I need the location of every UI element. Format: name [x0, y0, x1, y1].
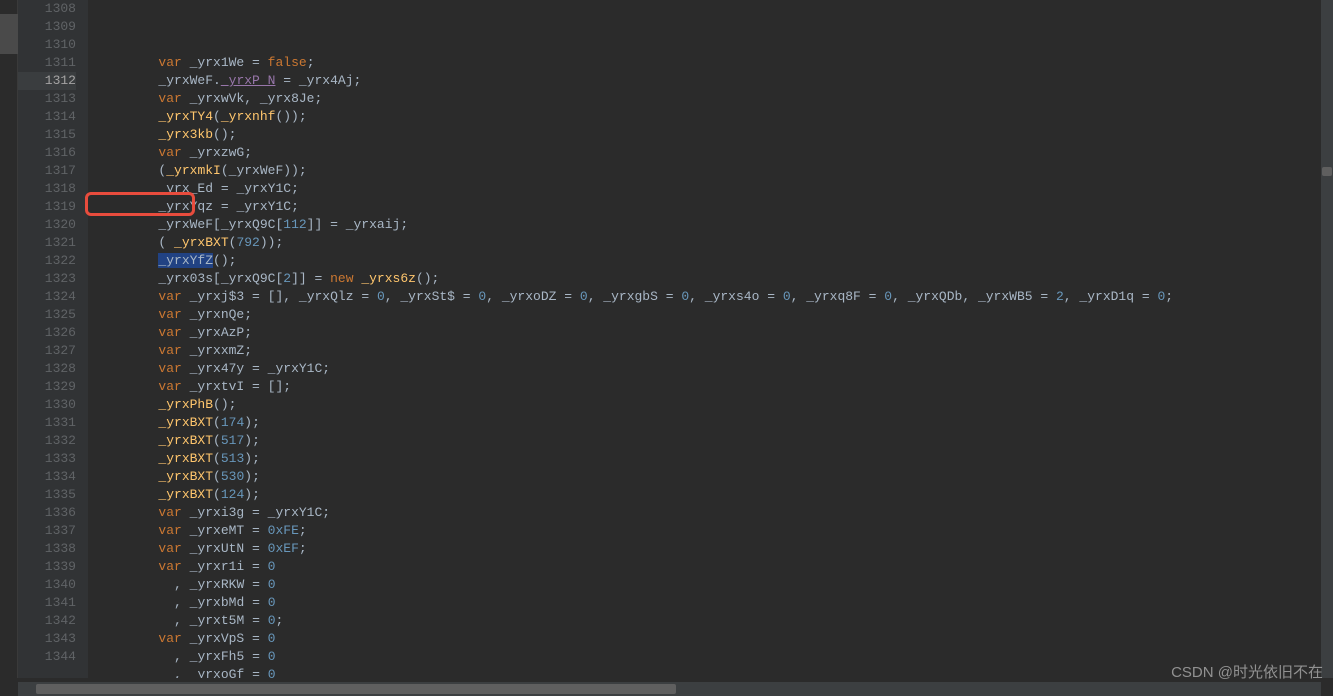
vertical-scrollbar-track[interactable]	[1321, 0, 1333, 678]
code-line[interactable]: , _yrxFh5 = 0	[96, 648, 1333, 666]
code-line[interactable]: _yrxYfZ();	[96, 252, 1333, 270]
line-number: 1309	[18, 18, 76, 36]
selected-token: _yrxYfZ	[158, 253, 213, 268]
code-line[interactable]: var _yrxtvI = [];	[96, 378, 1333, 396]
line-number: 1325	[18, 306, 76, 324]
line-number: 1308	[18, 0, 76, 18]
code-line[interactable]: _yrxTY4(_yrxnhf());	[96, 108, 1333, 126]
line-number: 1319	[18, 198, 76, 216]
code-line[interactable]: var _yrxwVk, _yrx8Je;	[96, 90, 1333, 108]
line-number: 1338	[18, 540, 76, 558]
line-number: 1331	[18, 414, 76, 432]
code-line[interactable]: _yrxBXT(530);	[96, 468, 1333, 486]
code-line[interactable]: _yrxBXT(124);	[96, 486, 1333, 504]
code-line[interactable]: var _yrxr1i = 0	[96, 558, 1333, 576]
code-line[interactable]: _yrxPhB();	[96, 396, 1333, 414]
code-line[interactable]: var _yrx47y = _yrxY1C;	[96, 360, 1333, 378]
line-number: 1340	[18, 576, 76, 594]
line-number: 1328	[18, 360, 76, 378]
line-number: 1312	[18, 72, 76, 90]
code-line[interactable]: _yrxYqz = _yrxY1C;	[96, 198, 1333, 216]
line-number: 1330	[18, 396, 76, 414]
line-number: 1329	[18, 378, 76, 396]
line-number: 1332	[18, 432, 76, 450]
code-line[interactable]: , _yrxbMd = 0	[96, 594, 1333, 612]
code-line[interactable]: _yrxBXT(513);	[96, 450, 1333, 468]
code-line[interactable]: _yrx_Ed = _yrxY1C;	[96, 180, 1333, 198]
line-number: 1315	[18, 126, 76, 144]
code-line[interactable]: var _yrxj$3 = [], _yrxQlz = 0, _yrxSt$ =…	[96, 288, 1333, 306]
line-number: 1324	[18, 288, 76, 306]
fold-gutter	[0, 0, 18, 678]
line-number: 1334	[18, 468, 76, 486]
code-area[interactable]: var _yrx1We = false; _yrxWeF._yrxP_N = _…	[88, 0, 1333, 678]
code-line[interactable]: , _yrxoGf = 0	[96, 666, 1333, 678]
line-number: 1317	[18, 162, 76, 180]
line-number: 1313	[18, 90, 76, 108]
line-number: 1336	[18, 504, 76, 522]
line-number: 1323	[18, 270, 76, 288]
code-line[interactable]: , _yrxt5M = 0;	[96, 612, 1333, 630]
line-number: 1343	[18, 630, 76, 648]
fold-mark	[0, 14, 18, 54]
code-line[interactable]: _yrxWeF[_yrxQ9C[112]] = _yrxaij;	[96, 216, 1333, 234]
code-line[interactable]: var _yrxUtN = 0xEF;	[96, 540, 1333, 558]
horizontal-scrollbar-track[interactable]	[18, 682, 1321, 696]
vertical-scrollbar-thumb[interactable]	[1322, 167, 1332, 176]
line-number: 1342	[18, 612, 76, 630]
code-line[interactable]: var _yrxeMT = 0xFE;	[96, 522, 1333, 540]
watermark: CSDN @时光依旧不在	[1171, 661, 1323, 682]
code-line[interactable]: ( _yrxBXT(792));	[96, 234, 1333, 252]
line-number: 1314	[18, 108, 76, 126]
code-line[interactable]: , _yrxRKW = 0	[96, 576, 1333, 594]
code-line[interactable]: _yrx03s[_yrxQ9C[2]] = new _yrxs6z();	[96, 270, 1333, 288]
line-number: 1310	[18, 36, 76, 54]
code-line[interactable]: _yrx3kb();	[96, 126, 1333, 144]
code-editor[interactable]: 1308130913101311131213131314131513161317…	[0, 0, 1333, 678]
code-line[interactable]: var _yrxxmZ;	[96, 342, 1333, 360]
code-line[interactable]: _yrxBXT(517);	[96, 432, 1333, 450]
line-number: 1327	[18, 342, 76, 360]
code-line[interactable]: var _yrxnQe;	[96, 306, 1333, 324]
line-number: 1341	[18, 594, 76, 612]
line-number: 1311	[18, 54, 76, 72]
line-number-gutter: 1308130913101311131213131314131513161317…	[18, 0, 88, 678]
line-number: 1333	[18, 450, 76, 468]
line-number: 1316	[18, 144, 76, 162]
code-line[interactable]: (_yrxmkI(_yrxWeF));	[96, 162, 1333, 180]
code-line[interactable]: var _yrxAzP;	[96, 324, 1333, 342]
code-line[interactable]: _yrxWeF._yrxP_N = _yrx4Aj;	[96, 72, 1333, 90]
code-line[interactable]: var _yrxVpS = 0	[96, 630, 1333, 648]
code-line[interactable]: _yrxBXT(174);	[96, 414, 1333, 432]
line-number: 1344	[18, 648, 76, 666]
line-number: 1322	[18, 252, 76, 270]
line-number: 1326	[18, 324, 76, 342]
line-number: 1339	[18, 558, 76, 576]
code-line[interactable]: var _yrx1We = false;	[96, 54, 1333, 72]
line-number: 1318	[18, 180, 76, 198]
line-number: 1337	[18, 522, 76, 540]
line-number: 1321	[18, 234, 76, 252]
code-line[interactable]: var _yrxi3g = _yrxY1C;	[96, 504, 1333, 522]
line-number: 1335	[18, 486, 76, 504]
line-number: 1320	[18, 216, 76, 234]
horizontal-scrollbar-thumb[interactable]	[36, 684, 676, 694]
code-line[interactable]: var _yrxzwG;	[96, 144, 1333, 162]
